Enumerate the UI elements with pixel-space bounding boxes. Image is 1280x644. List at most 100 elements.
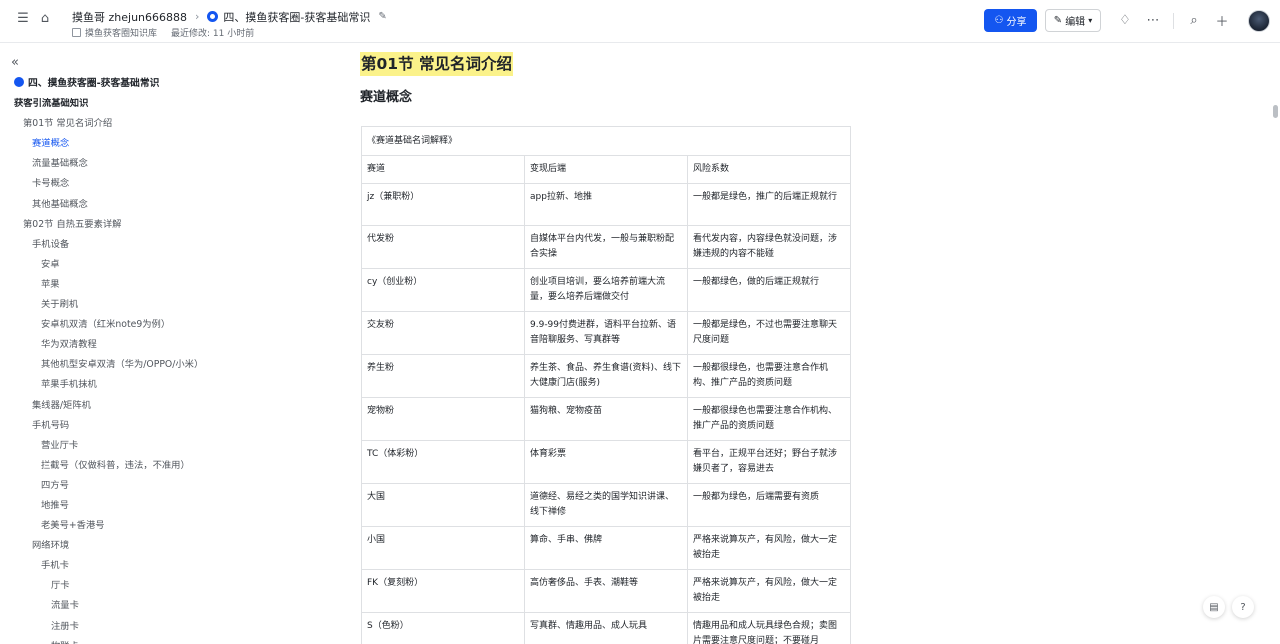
table-cell: 一般都很绿色也需要注意合作机构、推广产品的资质问题: [687, 397, 851, 442]
table-row: 养生粉 养生茶、食品、养生食谱(资料)、线下大健康门店(服务) 一般都很绿色，也需要…: [361, 354, 851, 399]
table-cell: 9.9-99付费进群，语料平台拉新、语音陪聊服务、写真群等: [524, 311, 688, 356]
edit-label: 编辑: [1065, 17, 1086, 28]
sidebar-item[interactable]: 安卓: [0, 255, 260, 275]
sidebar-item[interactable]: 苹果手机抹机: [0, 375, 260, 395]
avatar[interactable]: [1248, 9, 1270, 32]
sidebar-item[interactable]: 注册卡: [0, 617, 260, 637]
table-cell: 一般都很绿色，也需要注意合作机构、推广产品的资质问题: [687, 354, 851, 399]
table-cell: FK（复刻粉）: [361, 569, 525, 614]
table-cell: 看代发内容，内容绿色就没问题，涉嫌违规的内容不能碰: [687, 225, 851, 270]
table-cell: jz（兼职粉）: [361, 182, 525, 227]
sidebar-item[interactable]: 手机设备: [0, 235, 260, 255]
chevron-right-icon: ›: [195, 10, 200, 23]
search-icon[interactable]: ⌕: [1186, 13, 1202, 29]
sidebar-item[interactable]: 集线器/矩阵机: [0, 396, 260, 416]
share-label: 分享: [1006, 17, 1027, 28]
sidebar-item[interactable]: 第01节 常见名词介绍: [0, 114, 260, 134]
concept-table: 《赛道基础名词解释》 赛道 变现后端 风险系数 jz（兼职粉） app拉新、地推一…: [361, 126, 851, 644]
table-row: 小国 算命、手串、佛牌 严格来说算灰产，有风险，做大一定被抬走: [361, 526, 851, 571]
sidebar-root-label: 四、摸鱼获客圈-获客基础常识: [28, 78, 160, 89]
table-cell: 小国: [361, 526, 525, 571]
sidebar-item[interactable]: 安卓机双清（红米note9为例）: [0, 315, 260, 335]
sidebar-item[interactable]: 第02节 自热五要素详解: [0, 215, 260, 235]
sidebar-items: 获客引流基础知识 第01节 常见名词介绍 赛道概念 流量基础概念 卡号概念 其他基础概念第…: [0, 94, 260, 644]
column-header: 赛道: [361, 155, 525, 184]
table-cell: 宠物粉: [361, 397, 525, 442]
column-header: 变现后端: [524, 155, 688, 184]
sidebar-item[interactable]: 其他机型安卓双清（华为/OPPO/小米）: [0, 355, 260, 375]
breadcrumb-owner[interactable]: 摸鱼哥 zhejun666888: [72, 9, 187, 25]
top-bar-left: ☰ ⌂ 摸鱼哥 zhejun666888 › 四、摸鱼获客圈-获客基础常识 ✎ …: [14, 9, 387, 39]
sidebar: « 四、摸鱼获客圈-获客基础常识 获客引流基础知识 第01节 常见名词介绍 赛道概念…: [0, 43, 260, 644]
top-bar: ☰ ⌂ 摸鱼哥 zhejun666888 › 四、摸鱼获客圈-获客基础常识 ✎ …: [0, 0, 1280, 43]
table-cell: cy（创业粉）: [361, 268, 525, 313]
table-row: cy（创业粉） 创业项目培训，要么培养前端大流量，要么培养后端做交付 一般都绿色，做…: [361, 268, 851, 313]
more-icon[interactable]: ⋯: [1145, 13, 1161, 29]
table-cell: 情趣用品和成人玩具绿色合规；卖图片需要注意尺度问题；不要碰月: [687, 612, 851, 644]
share-icon: ⚇: [994, 15, 1004, 26]
plus-icon[interactable]: ＋: [1214, 13, 1230, 30]
table-cell: 一般都为绿色，后端需要有资质: [687, 483, 851, 528]
sidebar-tree: 四、摸鱼获客圈-获客基础常识 获客引流基础知识 第01节 常见名词介绍 赛道概念 流量…: [0, 74, 260, 644]
sidebar-item[interactable]: 地推号: [0, 496, 260, 516]
sidebar-item[interactable]: 其他基础概念: [0, 195, 260, 215]
sidebar-item[interactable]: 营业厅卡: [0, 436, 260, 456]
breadcrumb-doc-title[interactable]: 四、摸鱼获客圈-获客基础常识: [223, 9, 370, 25]
chevron-down-icon: ▾: [1088, 16, 1093, 25]
sidebar-item[interactable]: 华为双清教程: [0, 335, 260, 355]
table-row: 大国 道德经、易经之类的国学知识讲课、线下禅修 一般都为绿色，后端需要有资质: [361, 483, 851, 528]
document-info-icon[interactable]: ▤: [1203, 596, 1225, 618]
outline-toggle-icon[interactable]: ☰: [14, 9, 32, 27]
sidebar-root[interactable]: 四、摸鱼获客圈-获客基础常识: [0, 74, 260, 94]
table-cell: TC（体彩粉）: [361, 440, 525, 485]
bell-icon[interactable]: ♢: [1117, 13, 1133, 29]
pencil-icon: ✎: [1053, 15, 1063, 26]
table-row: 交友粉 9.9-99付费进群，语料平台拉新、语音陪聊服务、写真群等 一般都是绿色，不…: [361, 311, 851, 356]
toolbar-divider: [1173, 12, 1174, 29]
pin-icon[interactable]: ✎: [378, 11, 386, 22]
sidebar-item[interactable]: 老美号+香港号: [0, 516, 260, 536]
sidebar-item[interactable]: 厅卡: [0, 576, 260, 596]
sidebar-item[interactable]: 苹果: [0, 275, 260, 295]
column-header: 风险系数: [687, 155, 851, 184]
document-area: 第01节 常见名词介绍 赛道概念 《赛道基础名词解释》 赛道 变现后端 风险系数…: [260, 43, 1270, 644]
sidebar-item[interactable]: 获客引流基础知识: [0, 94, 260, 114]
home-icon[interactable]: ⌂: [36, 9, 54, 27]
table-cell: 算命、手串、佛牌: [524, 526, 688, 571]
sidebar-item[interactable]: 网络环境: [0, 536, 260, 556]
table-row: S（色粉） 写真群、情趣用品、成人玩具 情趣用品和成人玩具绿色合规；卖图片需要注意尺…: [361, 612, 851, 644]
top-bar-right: ⚇ 分享 ✎ 编辑 ▾ ♢ ⋯ ⌕ ＋: [984, 9, 1270, 32]
table-cell: 大国: [361, 483, 525, 528]
scrollbar[interactable]: [1270, 43, 1280, 644]
collapse-sidebar-icon[interactable]: «: [11, 55, 19, 70]
sidebar-item[interactable]: 物联卡: [0, 637, 260, 644]
sidebar-item[interactable]: 卡号概念: [0, 174, 260, 194]
sidebar-item[interactable]: 关于刷机: [0, 295, 260, 315]
table-cell: 创业项目培训，要么培养前端大流量，要么培养后端做交付: [524, 268, 688, 313]
table-cell: S（色粉）: [361, 612, 525, 644]
sidebar-item[interactable]: 拦截号（仅做科普，违法，不准用）: [0, 456, 260, 476]
scrollbar-thumb[interactable]: [1273, 105, 1278, 118]
library-name[interactable]: 摸鱼获客圈知识库: [85, 26, 157, 39]
breadcrumb: 摸鱼哥 zhejun666888 › 四、摸鱼获客圈-获客基础常识 ✎ 摸鱼获客…: [72, 9, 387, 39]
sidebar-item[interactable]: 流量卡: [0, 596, 260, 616]
table-row: 代发粉 自媒体平台内代发，一般与兼职粉配合实操 看代发内容，内容绿色就没问题，涉嫌违…: [361, 225, 851, 270]
edit-button[interactable]: ✎ 编辑 ▾: [1045, 9, 1101, 32]
table-cell: 代发粉: [361, 225, 525, 270]
table-caption: 《赛道基础名词解释》: [361, 126, 851, 156]
help-icon[interactable]: ?: [1232, 596, 1254, 618]
share-button[interactable]: ⚇ 分享: [984, 9, 1037, 32]
table-cell: 道德经、易经之类的国学知识讲课、线下禅修: [524, 483, 688, 528]
sidebar-item[interactable]: 四方号: [0, 476, 260, 496]
sidebar-item[interactable]: 手机卡: [0, 556, 260, 576]
sidebar-item[interactable]: 手机号码: [0, 416, 260, 436]
table-row: TC（体彩粉） 体育彩票 看平台，正规平台还好；野台子就涉嫌贝者了，容易进去: [361, 440, 851, 485]
sidebar-item[interactable]: 流量基础概念: [0, 154, 260, 174]
table-cell: 一般都是绿色，推广的后端正规就行: [687, 182, 851, 227]
table-row: 宠物粉 猫狗粮、宠物疫苗 一般都很绿色也需要注意合作机构、推广产品的资质问题: [361, 397, 851, 442]
table-header-row: 赛道 变现后端 风险系数: [361, 155, 851, 184]
table-cell: 养生粉: [361, 354, 525, 399]
knowledge-base-logo-icon: [14, 77, 24, 87]
sidebar-item[interactable]: 赛道概念: [0, 134, 260, 154]
section-heading: 赛道概念: [360, 90, 413, 105]
